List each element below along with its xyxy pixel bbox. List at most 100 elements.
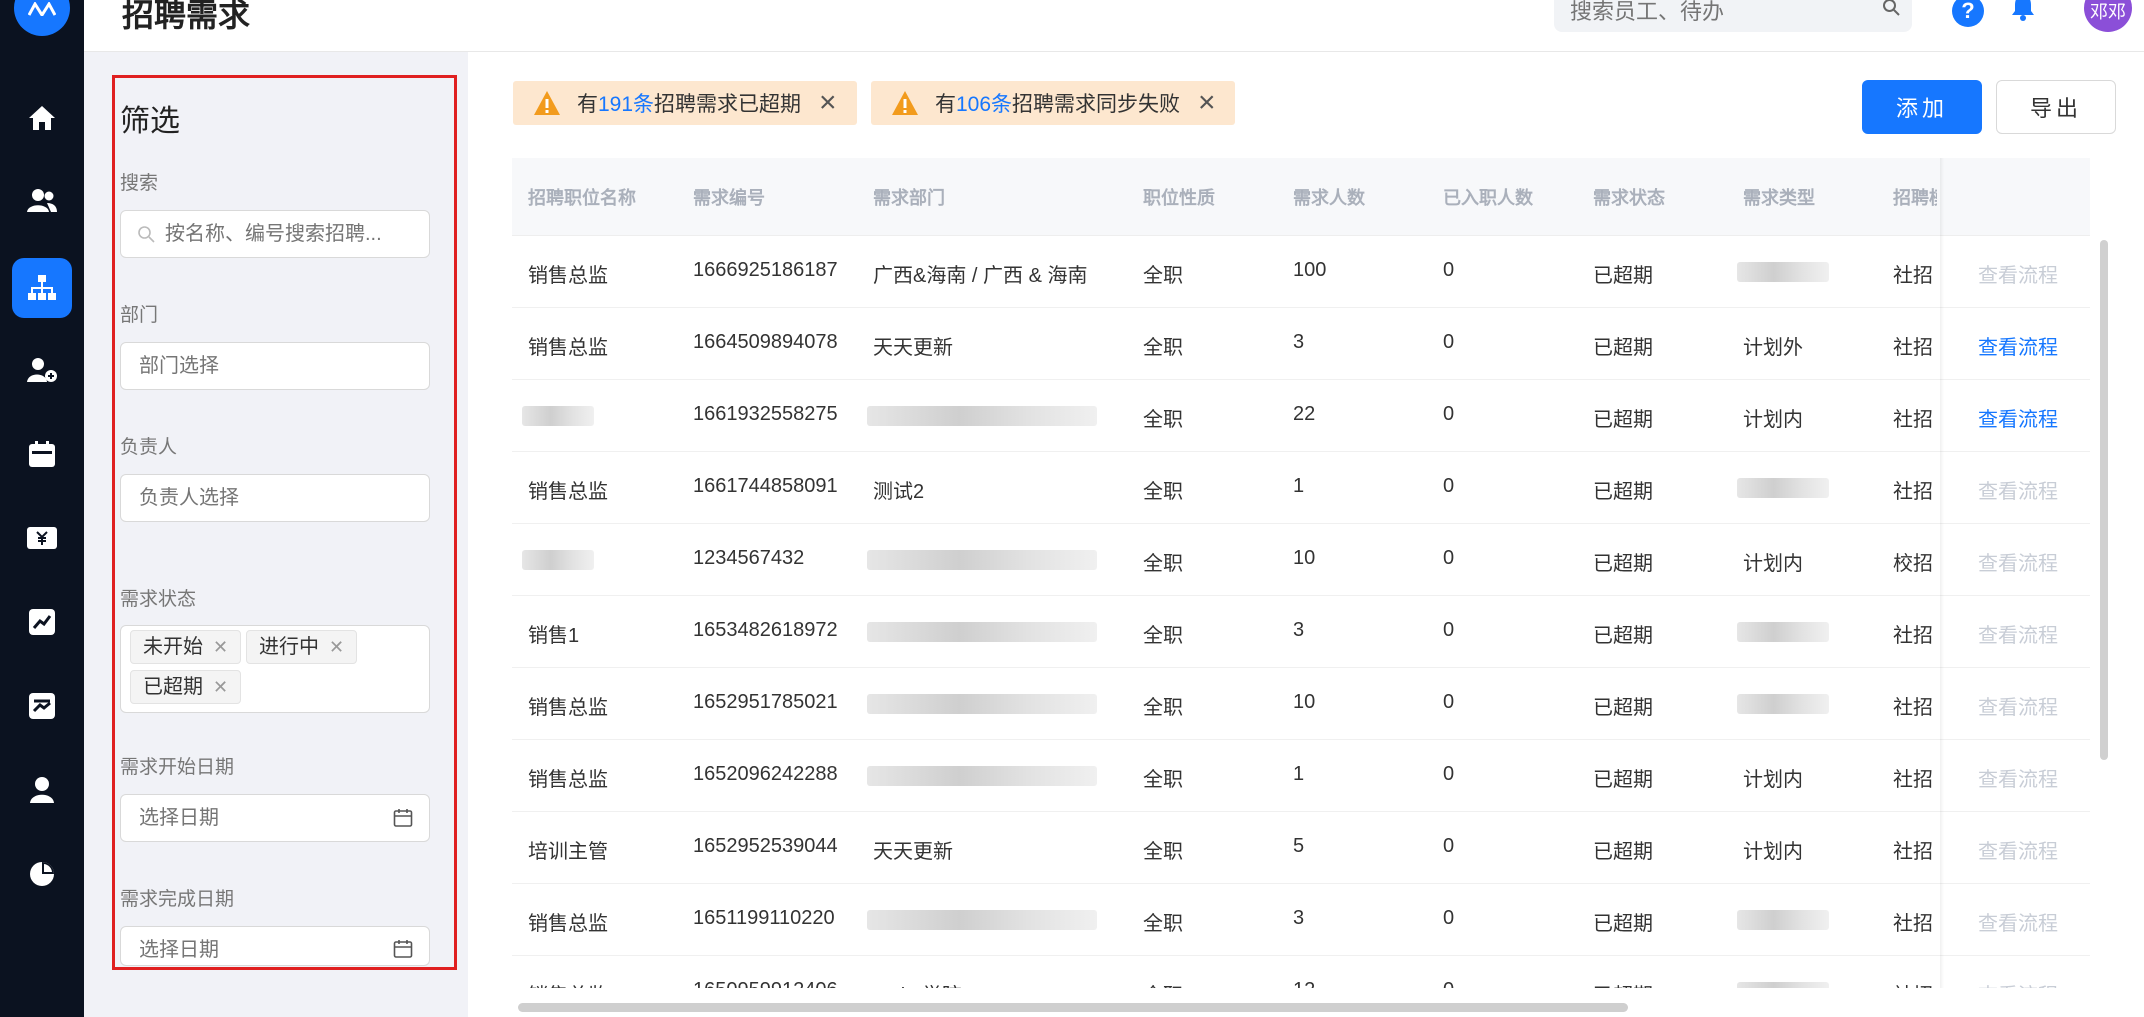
cell-channel: 社招 — [1893, 913, 1933, 935]
search-icon[interactable] — [1882, 0, 1900, 16]
table-row[interactable]: 销售总监 1652951785021 全职 10 0 已超期 社招 查看流程 — [512, 668, 2090, 740]
col-header[interactable]: 职位性质 — [1143, 184, 1215, 210]
cell-id: 1650959912406 — [693, 979, 838, 988]
close-icon[interactable]: ✕ — [329, 631, 344, 663]
view-process-link[interactable]: 查看流程 — [1978, 475, 2058, 504]
cell-hired: 0 — [1443, 907, 1455, 929]
report-icon[interactable] — [12, 676, 72, 736]
view-process-link[interactable]: 查看流程 — [1978, 763, 2058, 792]
trend-icon[interactable] — [12, 592, 72, 652]
cell-type: 计划外 — [1743, 337, 1803, 359]
table-row[interactable]: 销售总监 1664509894078 天天更新 全职 3 0 已超期 计划外 社招 查看流程 — [512, 308, 2090, 380]
cell-id: 1652952539044 — [693, 835, 838, 857]
table-row[interactable]: 销售总监 1650959912406 Moka学院111222333 全职 12 0 已超期… — [512, 956, 2090, 988]
cell-dept: 广西&海南 / 广西 & 海南 — [873, 265, 1088, 287]
table-row[interactable]: 销售总监 1651199110220 全职 3 0 已超期 社招 查看流程 — [512, 884, 2090, 956]
table-header: 招聘职位名称 需求编号 需求部门 职位性质 需求人数 已入职人数 需求状态 需求… — [512, 158, 2090, 236]
nav-sidebar — [0, 0, 84, 1017]
cell-name: 销售总监 — [528, 913, 608, 935]
status-tag: 进行中 ✕ — [246, 630, 358, 664]
logo-icon — [28, 2, 56, 16]
vertical-scrollbar[interactable] — [2100, 240, 2108, 760]
cell-nature: 全职 — [1143, 841, 1183, 863]
table-row[interactable]: 销售总监 1661744858091 测试2 全职 1 0 已超期 社招 查看流程 — [512, 452, 2090, 524]
cell-name: 销售总监 — [528, 265, 608, 287]
start-date-picker[interactable] — [120, 794, 430, 842]
view-process-link[interactable]: 查看流程 — [1978, 547, 2058, 576]
filter-search-input[interactable] — [121, 211, 429, 257]
close-icon[interactable]: ✕ — [213, 631, 228, 663]
end-date-input[interactable] — [121, 927, 429, 965]
view-process-link[interactable]: 查看流程 — [1978, 907, 2058, 936]
add-button[interactable]: 添加 — [1862, 80, 1982, 134]
view-process-link[interactable]: 查看流程 — [1978, 259, 2058, 288]
table-row[interactable]: 1234567432 全职 10 0 已超期 计划内 校招 查看流程 — [512, 524, 2090, 596]
start-date-label: 需求开始日期 — [120, 757, 235, 778]
view-process-link[interactable]: 查看流程 — [1978, 979, 2058, 988]
col-header[interactable]: 需求类型 — [1743, 184, 1815, 210]
col-header[interactable]: 需求编号 — [693, 184, 765, 210]
close-icon[interactable]: × — [819, 88, 837, 118]
view-process-link[interactable]: 查看流程 — [1978, 691, 2058, 720]
col-header[interactable]: 需求状态 — [1593, 184, 1665, 210]
org-chart-icon[interactable] — [12, 258, 72, 318]
table-row[interactable]: 1661932558275 全职 22 0 已超期 计划内 社招 查看流程 — [512, 380, 2090, 452]
view-process-link[interactable]: 查看流程 — [1978, 619, 2058, 648]
app-logo[interactable] — [14, 0, 70, 36]
owner-select-input[interactable] — [121, 475, 429, 521]
col-header[interactable]: 招聘职位名称 — [528, 184, 636, 210]
cell-hired: 0 — [1443, 259, 1455, 281]
calendar-icon[interactable] — [12, 424, 72, 484]
global-search-input[interactable] — [1554, 0, 1854, 32]
cell-need: 1 — [1293, 475, 1305, 497]
search-icon — [138, 226, 155, 243]
cell-status: 已超期 — [1593, 337, 1653, 359]
view-process-link[interactable]: 查看流程 — [1978, 403, 2058, 432]
sync-failed-alert: 有 106条 招聘需求同步失败 × — [871, 81, 1235, 125]
redacted-cell — [867, 622, 1097, 642]
cell-status: 已超期 — [1593, 409, 1653, 431]
home-icon[interactable] — [12, 88, 72, 148]
cell-hired: 0 — [1443, 547, 1455, 569]
search-label: 搜索 — [120, 173, 159, 194]
bell-icon[interactable] — [2008, 0, 2038, 22]
salary-icon[interactable] — [12, 508, 72, 568]
dept-select-input[interactable] — [121, 343, 429, 389]
owner-label: 负责人 — [120, 437, 178, 458]
cell-status: 已超期 — [1593, 265, 1653, 287]
horizontal-scrollbar[interactable] — [518, 1003, 1628, 1012]
avatar[interactable]: 邓邓 — [2084, 0, 2132, 32]
start-date-input[interactable] — [121, 795, 429, 841]
redacted-cell — [867, 406, 1097, 426]
add-user-icon[interactable] — [12, 340, 72, 400]
export-button[interactable]: 导出 — [1996, 80, 2116, 134]
dept-select[interactable] — [120, 342, 430, 390]
status-multiselect[interactable]: 未开始 ✕ 进行中 ✕ 已超期 ✕ — [120, 625, 430, 713]
user-icon[interactable] — [12, 760, 72, 820]
dept-label: 部门 — [120, 305, 159, 326]
col-header[interactable]: 需求人数 — [1293, 184, 1365, 210]
view-process-link[interactable]: 查看流程 — [1978, 835, 2058, 864]
end-date-picker[interactable] — [120, 926, 430, 966]
table-row[interactable]: 销售总监 1652096242288 全职 1 0 已超期 计划内 社招 查看流程 — [512, 740, 2090, 812]
pie-chart-icon[interactable] — [12, 844, 72, 904]
col-header[interactable]: 需求部门 — [873, 184, 945, 210]
owner-select[interactable] — [120, 474, 430, 522]
table-row[interactable]: 培训主管 1652952539044 天天更新 全职 5 0 已超期 计划内 社招 查看流程 — [512, 812, 2090, 884]
close-icon[interactable]: ✕ — [213, 671, 228, 703]
filter-search-field[interactable] — [120, 210, 430, 258]
view-process-link[interactable]: 查看流程 — [1978, 331, 2058, 360]
table-row[interactable]: 销售总监 1666925186187 广西&海南 / 广西 & 海南 全职 100 0 已超… — [512, 236, 2090, 308]
cell-channel: 社招 — [1893, 697, 1933, 719]
col-header[interactable]: 招聘模 — [1893, 184, 1937, 210]
close-icon[interactable]: × — [1198, 88, 1216, 118]
help-icon[interactable]: ? — [1952, 0, 1984, 27]
table-row[interactable]: 销售1 1653482618972 全职 3 0 已超期 社招 查看流程 — [512, 596, 2090, 668]
cell-status: 已超期 — [1593, 913, 1653, 935]
page-title: 招聘需求 — [122, 0, 251, 33]
col-header[interactable]: 已入职人数 — [1443, 184, 1533, 210]
cell-channel: 校招 — [1893, 553, 1933, 575]
global-search[interactable] — [1554, 0, 1912, 32]
cell-name: 销售总监 — [528, 769, 608, 791]
team-icon[interactable] — [12, 170, 72, 230]
